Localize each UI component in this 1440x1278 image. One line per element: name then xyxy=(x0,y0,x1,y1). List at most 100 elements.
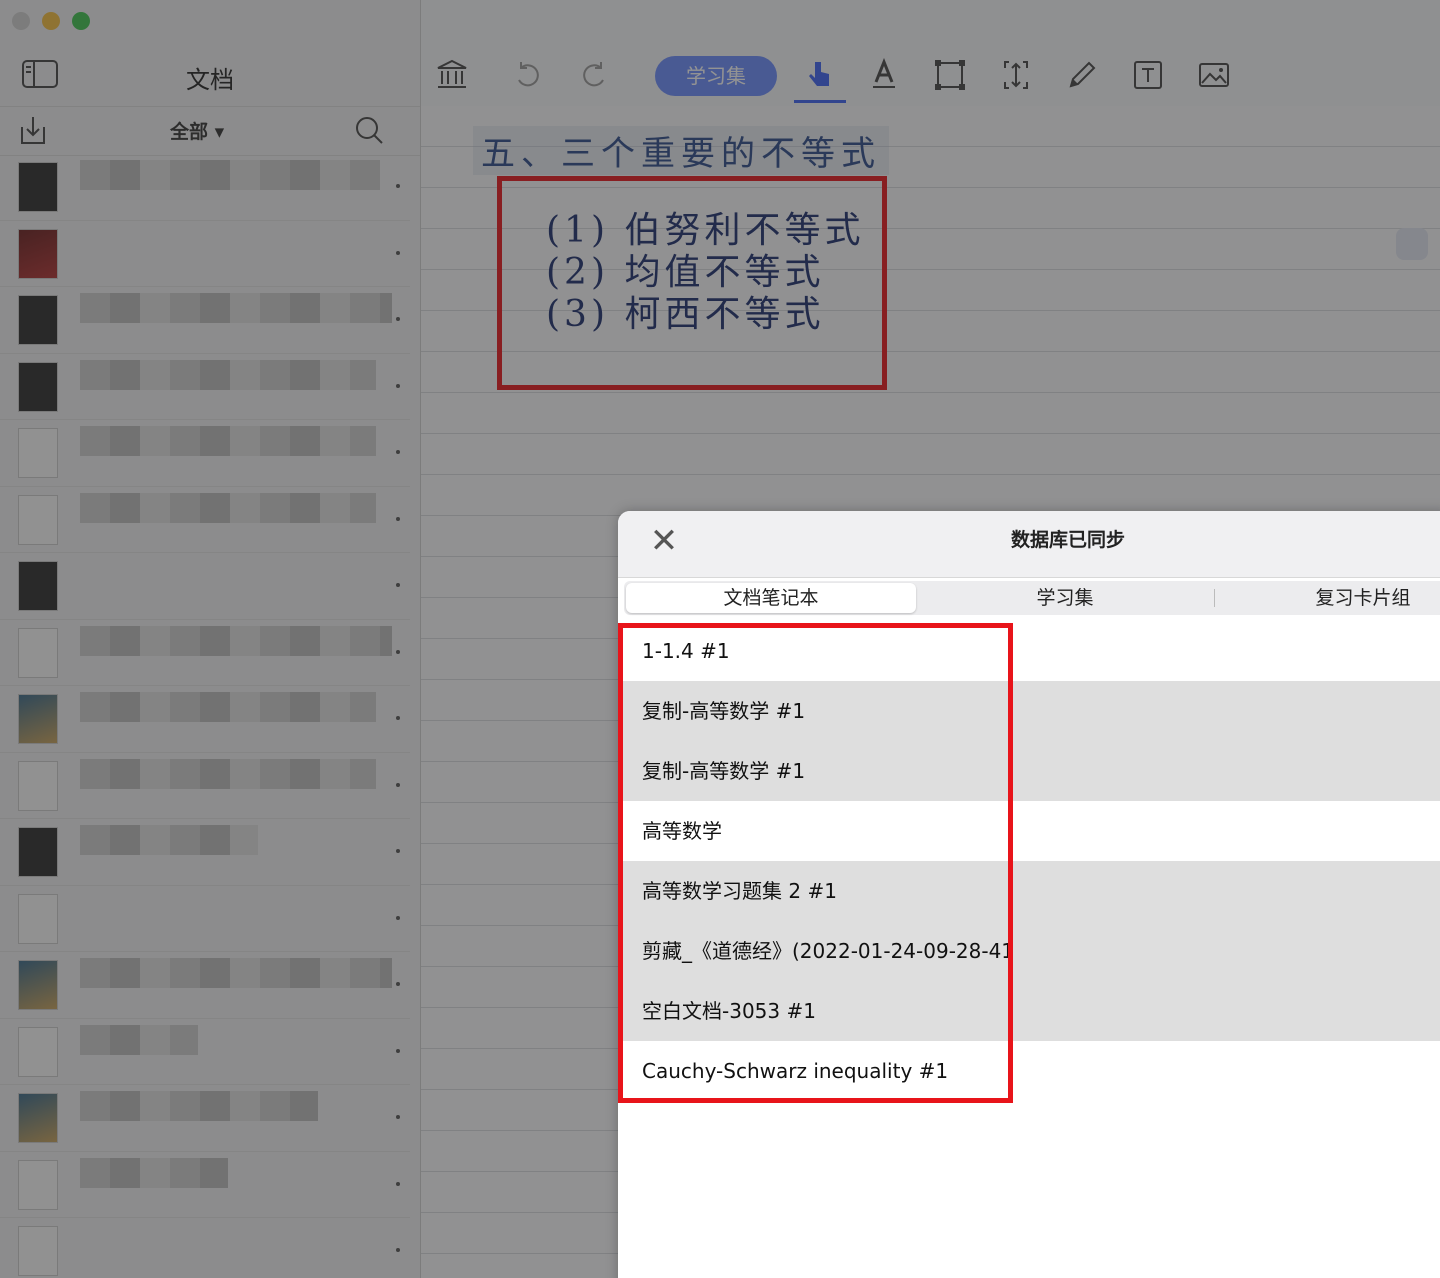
document-row[interactable] xyxy=(0,420,410,487)
more-options-icon[interactable] xyxy=(396,184,400,188)
textbox-icon[interactable] xyxy=(1131,58,1165,92)
document-thumbnail xyxy=(18,561,58,611)
pencil-icon[interactable] xyxy=(1065,58,1099,92)
search-icon[interactable] xyxy=(354,115,384,145)
window-maximize-button[interactable] xyxy=(72,12,90,30)
app-window: 文档 全部 ▾ 学习集 五、三个重要的不等式 (1) 伯努利不等式 (2) 均值… xyxy=(0,0,1440,1278)
close-icon[interactable]: ✕ xyxy=(648,524,680,558)
document-title-blurred xyxy=(80,692,376,722)
more-options-icon[interactable] xyxy=(396,716,400,720)
document-title-blurred xyxy=(80,758,376,789)
window-close-button[interactable] xyxy=(12,12,30,30)
document-thumbnail xyxy=(18,428,58,478)
document-title-blurred xyxy=(80,160,380,190)
document-title-blurred xyxy=(80,426,376,456)
image-icon[interactable] xyxy=(1197,58,1231,92)
more-options-icon[interactable] xyxy=(396,849,400,853)
more-options-icon[interactable] xyxy=(396,1181,400,1186)
document-row[interactable] xyxy=(0,553,410,620)
document-thumbnail xyxy=(18,1026,58,1077)
tab-study-sets[interactable]: 学习集 xyxy=(920,583,1210,613)
document-row[interactable] xyxy=(0,287,410,354)
hand-pointer-icon[interactable] xyxy=(803,58,837,92)
document-row[interactable] xyxy=(0,686,410,753)
document-thumbnail xyxy=(18,893,58,944)
more-options-icon[interactable] xyxy=(396,450,400,454)
document-title-blurred xyxy=(80,1157,228,1188)
document-row[interactable] xyxy=(0,1152,410,1218)
document-sidebar: 文档 全部 ▾ xyxy=(0,0,421,1278)
document-thumbnail xyxy=(18,1159,58,1210)
document-title-blurred xyxy=(80,359,376,390)
more-options-icon[interactable] xyxy=(396,1248,400,1252)
document-title-blurred xyxy=(80,492,376,523)
import-icon[interactable] xyxy=(18,115,48,147)
redo-icon[interactable] xyxy=(577,58,611,92)
document-thumbnail xyxy=(18,228,58,279)
document-row[interactable] xyxy=(0,1218,410,1278)
more-options-icon[interactable] xyxy=(396,516,400,521)
document-title-blurred xyxy=(80,1024,198,1055)
more-options-icon[interactable] xyxy=(396,649,400,654)
document-row[interactable] xyxy=(0,952,410,1019)
document-row[interactable] xyxy=(0,1019,410,1085)
document-list xyxy=(0,154,410,1278)
filter-dropdown[interactable]: 全部 ▾ xyxy=(170,117,224,144)
more-options-icon[interactable] xyxy=(396,1115,400,1119)
more-options-icon[interactable] xyxy=(396,583,400,587)
undo-icon[interactable] xyxy=(511,58,545,92)
library-icon[interactable] xyxy=(435,58,469,92)
more-options-icon[interactable] xyxy=(396,250,400,255)
more-options-icon[interactable] xyxy=(396,317,400,321)
document-thumbnail xyxy=(18,1226,58,1276)
sync-dialog: ✕ 数据库已同步 文档笔记本 学习集 复习卡片组 1-1.4 #1 复制-高等数… xyxy=(618,511,1440,1278)
document-thumbnail xyxy=(18,1093,58,1143)
panel-toggle-button[interactable] xyxy=(1396,228,1428,260)
document-title-blurred xyxy=(80,958,392,988)
document-thumbnail xyxy=(18,694,58,744)
document-row[interactable] xyxy=(0,886,410,952)
more-options-icon[interactable] xyxy=(396,383,400,388)
active-tool-indicator xyxy=(794,100,846,103)
tab-separator xyxy=(1214,589,1215,607)
document-row[interactable] xyxy=(0,354,410,420)
text-highlight-icon[interactable] xyxy=(867,58,901,92)
more-options-icon[interactable] xyxy=(396,982,400,986)
sidebar-controls: 全部 ▾ xyxy=(0,106,420,156)
more-options-icon[interactable] xyxy=(396,782,400,787)
note-line: (3) 柯西不等式 xyxy=(546,294,825,335)
more-options-icon[interactable] xyxy=(396,915,400,920)
window-minimize-button[interactable] xyxy=(42,12,60,30)
document-thumbnail xyxy=(18,827,58,877)
dialog-title: 数据库已同步 xyxy=(1010,529,1125,551)
document-thumbnail xyxy=(18,494,58,545)
sidebar-toggle-icon[interactable] xyxy=(22,60,58,88)
crop-icon[interactable] xyxy=(999,58,1033,92)
document-thumbnail xyxy=(18,295,58,345)
document-thumbnail xyxy=(18,361,58,412)
highlight-box-note: (1) 伯努利不等式 (2) 均值不等式 (3) 柯西不等式 xyxy=(497,176,887,390)
dialog-header: ✕ 数据库已同步 xyxy=(618,511,1440,578)
document-thumbnail xyxy=(18,760,58,811)
document-row[interactable] xyxy=(0,819,410,886)
study-set-tab[interactable]: 学习集 xyxy=(655,56,777,96)
document-row[interactable] xyxy=(0,1085,410,1152)
more-options-icon[interactable] xyxy=(396,1048,400,1053)
document-thumbnail xyxy=(18,162,58,212)
document-thumbnail xyxy=(18,627,58,678)
tab-review-decks[interactable]: 复习卡片组 xyxy=(1218,583,1440,613)
tab-notebooks[interactable]: 文档笔记本 xyxy=(626,583,916,613)
document-title-blurred xyxy=(80,293,392,323)
editor-toolbar: 学习集 xyxy=(421,0,1440,106)
document-row[interactable] xyxy=(0,221,410,287)
highlight-box-list xyxy=(618,623,1013,1103)
document-title-blurred xyxy=(80,825,258,855)
document-title-blurred xyxy=(80,1091,318,1121)
document-row[interactable] xyxy=(0,487,410,553)
document-row[interactable] xyxy=(0,154,410,221)
dialog-tabs: 文档笔记本 学习集 复习卡片组 xyxy=(624,581,1440,615)
rectangle-select-icon[interactable] xyxy=(933,58,967,92)
document-row[interactable] xyxy=(0,753,410,819)
document-row[interactable] xyxy=(0,620,410,686)
document-title-blurred xyxy=(80,625,392,656)
